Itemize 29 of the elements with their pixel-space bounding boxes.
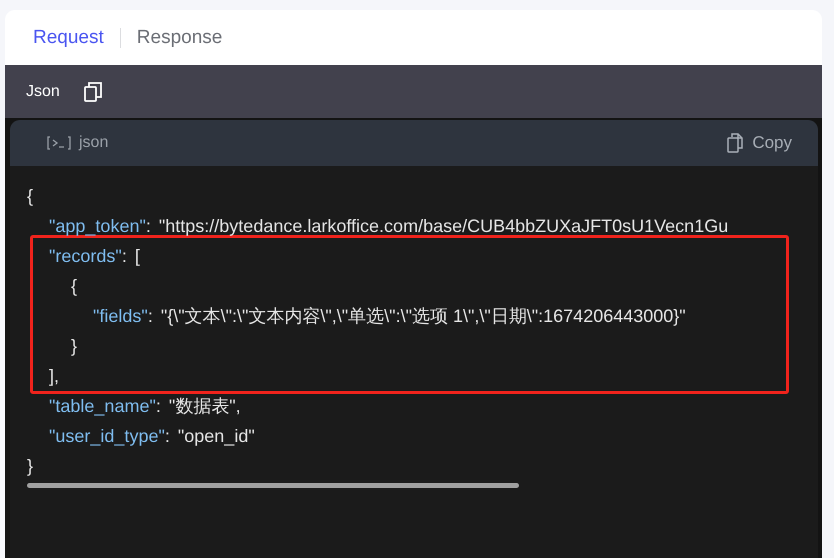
json-value: "数据表", [168,396,241,416]
terminal-icon [47,136,71,150]
tab[interactable]: Response [130,26,228,48]
copy-icon[interactable] [84,82,102,102]
format-label: Json [26,82,60,100]
copy-icon [727,133,744,153]
json-key: "records" [49,246,122,266]
json-value: "{\"文本\":\"文本内容\",\"单选\":\"选项 1\",\"日期\":1674206443000}" [160,306,686,326]
colon: : [146,216,151,236]
json-key: "fields" [93,306,148,326]
colon: : [156,396,161,416]
bracket: } [27,456,34,476]
json-key: "app_token" [49,216,146,236]
bracket: } [71,336,78,356]
scrollbar[interactable] [27,483,519,488]
copy-button[interactable]: Copy [727,133,792,153]
bracket: ], [49,366,60,386]
colon: : [122,246,127,266]
bracket: { [27,186,34,206]
json-key: "user_id_type" [49,426,165,446]
bracket: { [71,276,78,296]
json-key: "table_name" [49,396,156,416]
bracket: [ [134,246,140,266]
colon: : [164,426,170,446]
tab[interactable]: Request [27,26,110,48]
colon: : [148,306,153,326]
language-label: json [79,134,108,152]
json-value: "https://bytedance.larkoffice.com/base/CUB4bbZUXaJFT0sU1Vecn1Gu [158,216,728,236]
json-value: "open_id" [178,426,255,446]
